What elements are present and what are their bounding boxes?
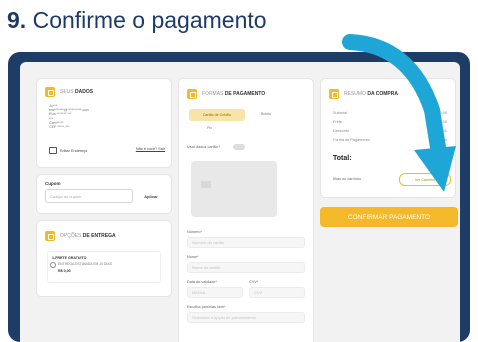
parcelas-label: Escolha parcelas sem*: [187, 305, 226, 309]
delivery-option-price: R$ 0,00: [58, 269, 71, 273]
edit-icon: [49, 147, 57, 154]
delivery-radio[interactable]: [50, 262, 56, 268]
delivery-option[interactable]: 1-FRETE GRATUITO ENTREGA ESTIMADA EM 10 …: [47, 251, 161, 283]
resumo-rows: Subtotal R$ 00,00 Frete R$ 0,00 Desconto R$…: [333, 111, 447, 147]
payment-option-credit[interactable]: Cartão de Crédito: [189, 109, 245, 121]
payment-option-boleto[interactable]: Boleto: [261, 112, 271, 116]
step-number: 9.: [7, 7, 27, 33]
keep-cart-label: Ilhas no carrinho: [333, 177, 362, 181]
cart-icon: [329, 89, 339, 99]
truck-icon: [45, 231, 55, 241]
resumo-row-value: R$ 00,00: [431, 111, 447, 115]
saved-cards-label: Usar dados cartão?: [187, 145, 221, 149]
resumo-card: RESUMO DA COMPRA Subtotal R$ 00,00 Frete R…: [320, 78, 456, 198]
seus-dados-title-bold: DADOS: [75, 89, 94, 95]
numero-label: Número*: [187, 230, 202, 234]
total-label: Total:: [333, 155, 352, 162]
resumo-row: Frete R$ 0,00: [333, 120, 447, 124]
entrega-header: OPÇÕES DE ENTREGA: [45, 231, 116, 241]
pagamento-card: FORMAS DE PAGAMENTO Cartão de Crédito Bo…: [178, 78, 314, 342]
device-frame: SEUS DADOS Jo*** ma*******@**********.co…: [8, 52, 470, 342]
resumo-row-value: R$ 0,00: [433, 120, 447, 124]
edit-address-label: Editar Endereço: [60, 148, 88, 153]
cupom-card: Cupom Código do cupom Aplicar: [36, 174, 172, 214]
resumo-row-label: Subtotal: [333, 111, 347, 115]
delivery-option-desc: ENTREGA ESTIMADA EM 10 DIAS: [58, 262, 112, 266]
checkout-screen: SEUS DADOS Jo*** ma*******@**********.co…: [20, 62, 460, 342]
saved-cards-toggle[interactable]: [233, 144, 245, 150]
total-value: 0,00: [431, 153, 447, 162]
nome-input[interactable]: Nome do cartão: [187, 262, 305, 273]
dados-line-6: CEP *****-***: [49, 125, 70, 130]
nome-label: Nome*: [187, 255, 199, 259]
pagamento-title-bold: DE PAGAMENTO: [224, 91, 266, 97]
apply-coupon-button[interactable]: Aplicar: [137, 189, 165, 203]
cupom-label: Cupom: [45, 181, 61, 186]
resumo-row-label: Forma de Pagamento: [333, 138, 370, 142]
entrega-card: OPÇÕES DE ENTREGA 1-FRETE GRATUITO ENTRE…: [36, 220, 172, 297]
pagamento-header: FORMAS DE PAGAMENTO: [187, 89, 265, 99]
resumo-row-value: R$ 0,00: [433, 129, 447, 133]
validade-input[interactable]: MM/AA: [187, 287, 243, 298]
card-icon: [187, 89, 197, 99]
logout-link[interactable]: Não é você? Sair: [136, 147, 165, 151]
resumo-row-label: Desconto: [333, 129, 350, 133]
step-text: Confirme o pagamento: [32, 7, 267, 33]
resumo-row: Subtotal R$ 00,00: [333, 111, 447, 115]
card-preview: [191, 161, 277, 217]
entrega-title-bold: DE ENTREGA: [82, 233, 116, 239]
cvv-label: CVV*: [249, 280, 259, 284]
entrega-title-prefix: OPÇÕES: [60, 233, 82, 239]
resumo-title-prefix: RESUMO: [344, 91, 366, 97]
payment-option-pix[interactable]: Pix: [207, 126, 212, 130]
delivery-option-name: 1-FRETE GRATUITO: [52, 256, 87, 260]
pagamento-title-prefix: FORMAS: [202, 91, 224, 97]
resumo-row-label: Frete: [333, 120, 342, 124]
seus-dados-title-prefix: SEUS: [60, 89, 74, 95]
parcelas-select[interactable]: Selecione a opção de parcelamento: [187, 312, 305, 323]
cupom-input[interactable]: Código do cupom: [45, 189, 133, 203]
user-icon: [45, 87, 55, 97]
view-cart-button[interactable]: Ver Carrinho: [399, 173, 451, 186]
resumo-header: RESUMO DA COMPRA: [329, 89, 398, 99]
cvv-input[interactable]: CVV: [249, 287, 305, 298]
numero-input[interactable]: Número do cartão: [187, 237, 305, 248]
card-chip-icon: [201, 181, 211, 188]
step-title: 9. Confirme o pagamento: [7, 7, 267, 34]
validade-label: Data de validade*: [187, 280, 217, 284]
edit-address-link[interactable]: Editar Endereço: [49, 147, 87, 154]
resumo-row-value: Cartão: [435, 138, 447, 142]
resumo-title-bold: DA COMPRA: [367, 91, 398, 97]
seus-dados-card: SEUS DADOS Jo*** ma*******@**********.co…: [36, 78, 172, 168]
seus-dados-header: SEUS DADOS: [45, 87, 93, 97]
confirm-payment-button[interactable]: CONFIRMAR PAGAMENTO: [320, 207, 458, 227]
resumo-row: Forma de Pagamento Cartão: [333, 138, 447, 142]
resumo-row: Desconto R$ 0,00: [333, 129, 447, 133]
total-row: Total: 0,00: [333, 153, 447, 162]
